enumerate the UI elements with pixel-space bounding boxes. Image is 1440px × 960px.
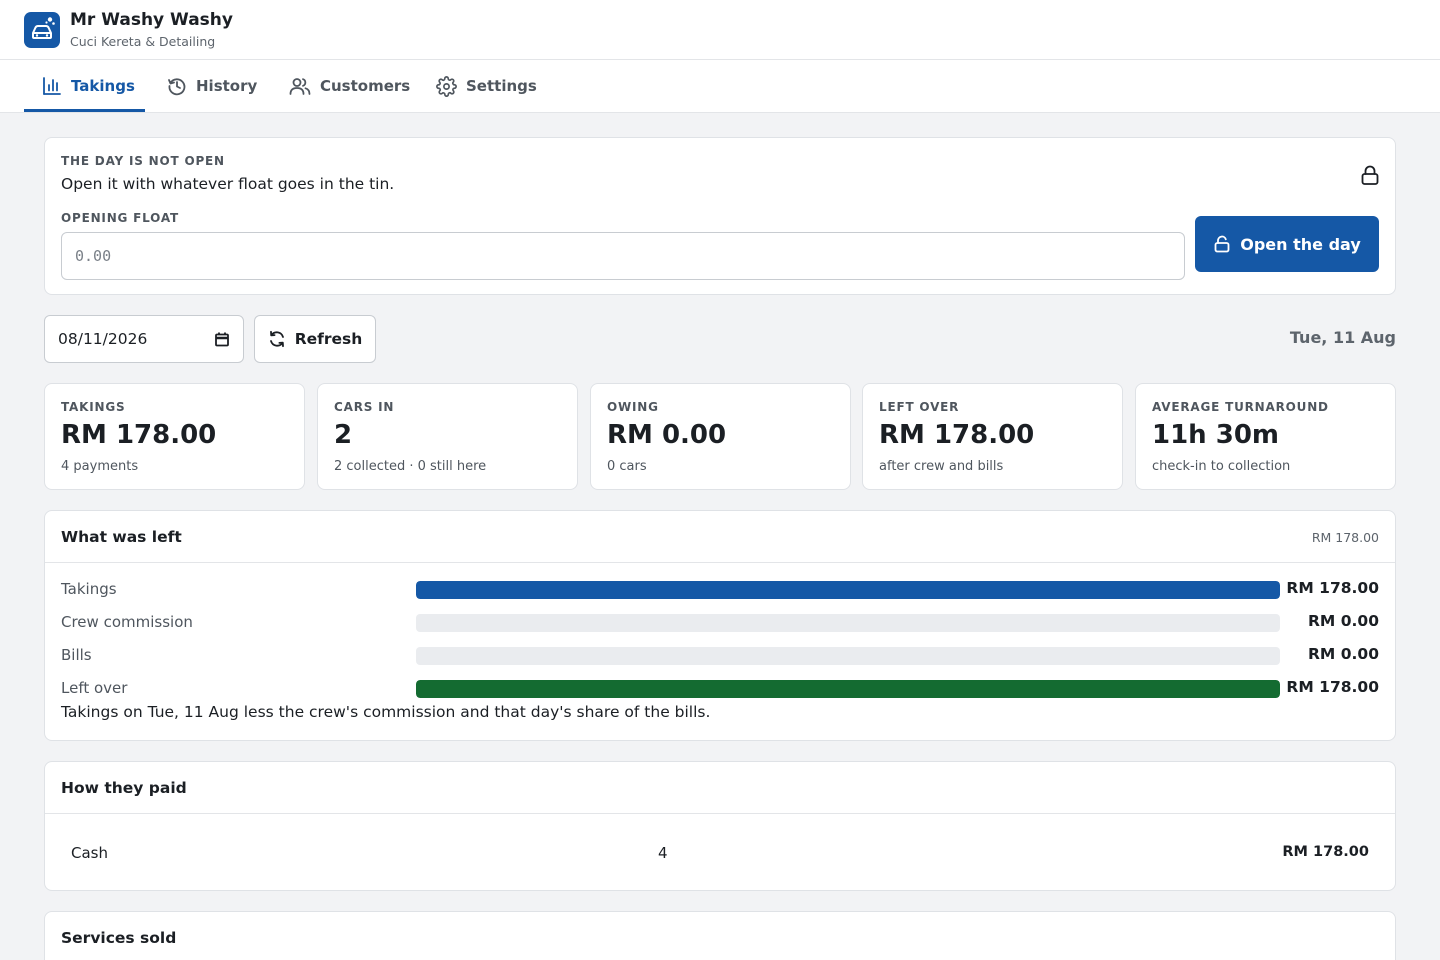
payment-amount: RM 178.00 [1282, 844, 1369, 860]
payment-method: Cash [71, 844, 108, 862]
stat-label: LEFT OVER [879, 400, 960, 414]
breakdown-label: Crew commission [61, 613, 193, 631]
stat-subtext: 2 collected · 0 still here [334, 459, 487, 474]
how-they-paid-card: How they paid Cash 4 RM 178.00 [44, 761, 1396, 891]
breakdown-row-takings: Takings RM 178.00 [45, 578, 1395, 602]
breakdown-row-left-over: Left over RM 178.00 [45, 677, 1395, 701]
stat-value: 2 [334, 420, 353, 450]
stat-value: RM 0.00 [607, 420, 727, 450]
tab-customers[interactable]: Customers [289, 60, 410, 112]
section-header: What was left RM 178.00 [45, 511, 1395, 563]
breakdown-label: Left over [61, 679, 128, 697]
selected-date-label: Tue, 11 Aug [1289, 328, 1396, 347]
tab-takings-label: Takings [71, 77, 135, 95]
breakdown-bar-fill [416, 680, 1280, 698]
breakdown-row-crew-commission: Crew commission RM 0.00 [45, 611, 1395, 635]
refresh-button[interactable]: Refresh [254, 315, 376, 363]
breakdown-bar-track [416, 680, 1280, 698]
open-day-button[interactable]: Open the day [1195, 216, 1379, 272]
stat-subtext: check-in to collection [1152, 459, 1291, 474]
section-header: How they paid [45, 762, 1395, 814]
app-header: Mr Washy Washy Cuci Kereta & Detailing [0, 0, 1440, 60]
app-title: Mr Washy Washy [70, 10, 233, 30]
unlock-icon [1214, 235, 1230, 253]
stat-subtext: 4 payments [61, 459, 139, 474]
breakdown-bar-fill [416, 581, 1280, 599]
stat-subtext: after crew and bills [879, 459, 1004, 474]
date-picker-value: 08/11/2026 [58, 330, 148, 348]
bar-chart-icon [43, 77, 61, 95]
breakdown-amount: RM 0.00 [1308, 612, 1379, 630]
stat-card-average-turnaround: AVERAGE TURNAROUND 11h 30m check-in to c… [1135, 383, 1396, 490]
stat-label: AVERAGE TURNAROUND [1152, 400, 1329, 414]
payment-count: 4 [658, 844, 668, 862]
breakdown-bar-track [416, 581, 1280, 599]
day-status: THE DAY IS NOT OPEN [61, 154, 225, 168]
services-sold-card: Services sold [44, 911, 1396, 960]
date-picker[interactable]: 08/11/2026 [44, 315, 244, 363]
breakdown-bar-track [416, 614, 1280, 632]
car-wash-icon [24, 12, 60, 48]
stat-label: CARS IN [334, 400, 395, 414]
refresh-icon [269, 330, 284, 348]
stat-card-owing: OWING RM 0.00 0 cars [590, 383, 851, 490]
section-header: Services sold [45, 912, 1395, 960]
breakdown-note: Takings on Tue, 11 Aug less the crew's c… [61, 703, 711, 721]
breakdown-bar-track [416, 647, 1280, 665]
breakdown-row-bills: Bills RM 0.00 [45, 644, 1395, 668]
stat-card-left-over: LEFT OVER RM 178.00 after crew and bills [862, 383, 1123, 490]
calendar-icon[interactable] [215, 332, 229, 347]
stat-card-cars-in: CARS IN 2 2 collected · 0 still here [317, 383, 578, 490]
active-tab-indicator [24, 109, 145, 112]
breakdown-amount: RM 178.00 [1286, 678, 1379, 696]
tab-settings[interactable]: Settings [436, 60, 537, 112]
stat-value: RM 178.00 [61, 420, 217, 450]
refresh-button-label: Refresh [294, 330, 363, 348]
history-icon [168, 78, 186, 96]
tab-history-label: History [196, 77, 258, 95]
stat-value: RM 178.00 [879, 420, 1035, 450]
opening-float-input[interactable] [61, 232, 1185, 280]
opening-float-label: OPENING FLOAT [61, 211, 180, 225]
breakdown-amount: RM 0.00 [1308, 645, 1379, 663]
tab-history[interactable]: History [167, 60, 257, 112]
section-title: How they paid [61, 779, 187, 797]
main-tabs: Takings History Customers Settings [0, 60, 1440, 113]
tab-customers-label: Customers [320, 77, 411, 95]
stat-label: OWING [607, 400, 659, 414]
section-total: RM 178.00 [1311, 530, 1379, 545]
users-icon [289, 78, 311, 95]
section-title: What was left [61, 528, 182, 546]
stat-card-takings: TAKINGS RM 178.00 4 payments [44, 383, 305, 490]
breakdown-label: Bills [61, 646, 92, 664]
open-day-card: THE DAY IS NOT OPEN Open it with whateve… [44, 137, 1396, 295]
section-title: Services sold [61, 929, 177, 947]
table-row: Cash 4 RM 178.00 [45, 814, 1395, 892]
open-day-message: Open it with whatever float goes in the … [61, 175, 395, 193]
app-subtitle: Cuci Kereta & Detailing [70, 34, 216, 49]
tab-takings[interactable]: Takings [42, 60, 135, 112]
tab-settings-label: Settings [466, 77, 537, 95]
open-day-button-label: Open the day [1240, 234, 1361, 254]
what-was-left-card: What was left RM 178.00 Takings RM 178.0… [44, 510, 1396, 741]
stat-label: TAKINGS [61, 400, 126, 414]
gear-icon [436, 75, 457, 97]
breakdown-amount: RM 178.00 [1286, 579, 1379, 597]
stat-value: 11h 30m [1152, 420, 1280, 450]
stat-subtext: 0 cars [607, 459, 647, 474]
breakdown-label: Takings [61, 580, 117, 598]
lock-icon [1361, 165, 1379, 185]
